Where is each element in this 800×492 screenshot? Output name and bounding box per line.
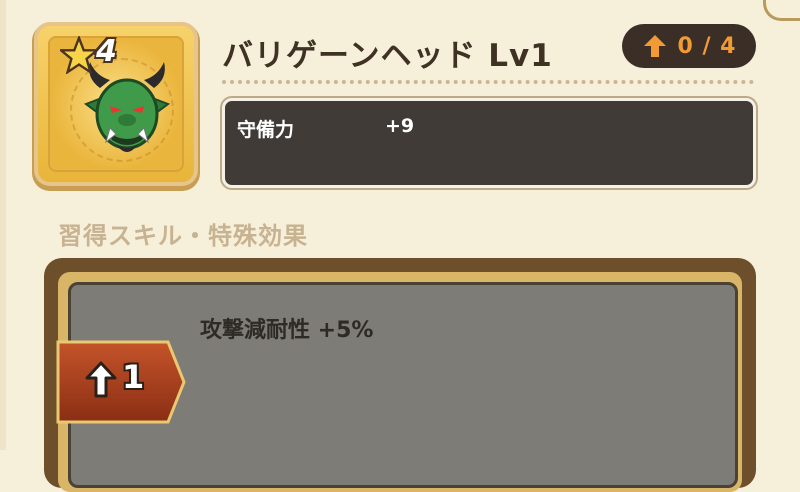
corner-ornament xyxy=(763,0,800,21)
star-rank-number: 4 xyxy=(96,34,117,69)
stat-label-defense: 守備力 xyxy=(237,119,295,141)
star-rank-icon xyxy=(60,36,98,74)
item-title: バリゲーンヘッド Lv1 xyxy=(222,38,553,74)
up-arrow-icon xyxy=(643,35,666,57)
skill-effect-text: 攻撃減耐性 +5% xyxy=(200,318,374,343)
card-edge xyxy=(0,0,6,450)
skill-level-number: 1 xyxy=(122,358,145,396)
orc-head-icon xyxy=(83,62,171,152)
upgrade-count-badge[interactable]: 0 / 4 xyxy=(622,24,756,68)
upgrade-count: 0 / 4 xyxy=(677,33,737,59)
item-icon-frame[interactable]: 4 xyxy=(38,26,194,182)
skill-level-tag xyxy=(56,340,186,424)
level-up-arrow-icon xyxy=(85,361,117,398)
skills-section-title: 習得スキル・特殊効果 xyxy=(58,222,308,250)
title-divider xyxy=(222,80,754,84)
stats-panel: 守備力 +9 xyxy=(222,98,756,188)
stat-value-defense: +9 xyxy=(385,115,415,137)
